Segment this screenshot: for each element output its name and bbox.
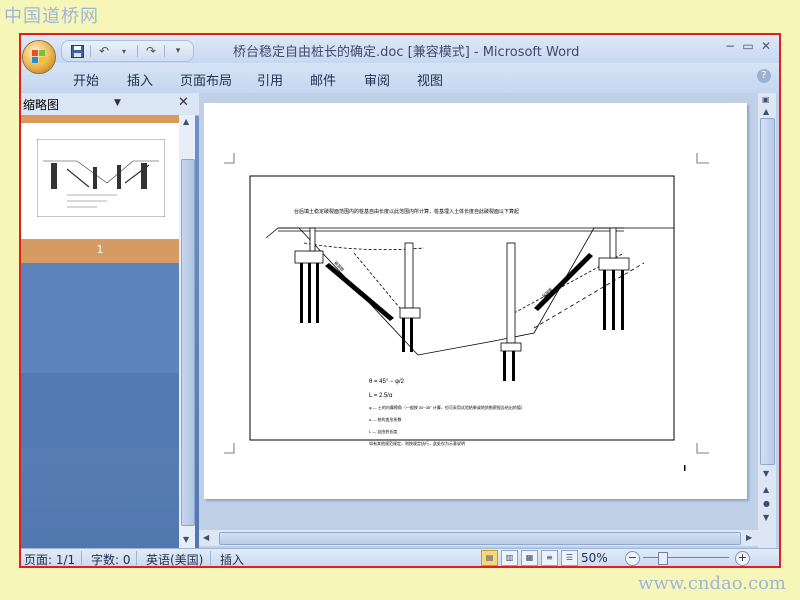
office-button[interactable] — [23, 41, 55, 73]
close-pane-icon[interactable]: ✕ — [178, 95, 189, 110]
zoom-out-icon[interactable]: − — [625, 551, 640, 566]
watermark-top: 中国道桥网 — [4, 6, 99, 27]
web-layout-icon[interactable]: ▦ — [521, 550, 538, 566]
bridge-abutment-drawing: 台后填土稳定破裂面范围内的桩基自由长度以此范围内所计算，桩基埋入土体长度自此破裂… — [224, 153, 709, 471]
status-separator — [136, 551, 137, 565]
close-icon[interactable]: ✕ — [759, 39, 773, 53]
thumbnail-highlight-top — [21, 115, 179, 123]
chevron-down-icon[interactable]: ▼ — [114, 98, 121, 108]
help-icon[interactable]: ? — [757, 69, 771, 83]
tab-mailings[interactable]: 邮件 — [310, 70, 336, 89]
toolbar-separator — [137, 45, 138, 57]
window-title: 桥台稳定自由桩长的确定.doc [兼容模式] - Microsoft Word — [233, 45, 580, 60]
scroll-down-icon[interactable]: ▼ — [763, 469, 769, 478]
legend-length: L — 自由桩长度 — [369, 428, 397, 434]
vertical-scroll-thumb[interactable] — [760, 118, 775, 465]
save-icon[interactable] — [68, 43, 86, 59]
horizontal-scroll-thumb[interactable] — [219, 532, 741, 545]
page-thumbnail[interactable]: 1 — [21, 115, 179, 263]
tab-review[interactable]: 审阅 — [364, 70, 390, 89]
ribbon-tabs: 开始 插入 页面布局 引用 邮件 审阅 视图 ? — [21, 63, 779, 94]
thumbnail-scroll-thumb[interactable] — [181, 159, 195, 526]
formula-angle: θ = 45° − φ/2 — [369, 379, 405, 385]
thumbnail-page-number: 1 — [96, 243, 104, 256]
window-controls: − ▭ ✕ — [723, 39, 773, 53]
zoom-track — [643, 557, 729, 558]
toolbar-separator — [164, 45, 165, 57]
tab-home[interactable]: 开始 — [73, 70, 99, 89]
status-separator — [210, 551, 211, 565]
legend-phi: φ — 土的内摩擦角（一般按 30~35° 计算，也可采用试验结果或地质勘察报告… — [369, 404, 525, 410]
ruler-toggle-icon[interactable]: ▣ — [762, 95, 770, 104]
status-language[interactable]: 英语(美国) — [146, 551, 203, 566]
thumbnail-drawing — [37, 139, 165, 217]
word-window: ↶ ▾ ↷ ▾ 桥台稳定自由桩长的确定.doc [兼容模式] - Microso… — [19, 33, 781, 568]
pane-background — [21, 373, 179, 448]
scroll-left-icon[interactable]: ◀ — [203, 533, 209, 542]
vertical-scrollbar[interactable]: ▣ ▲ ▼ ▲ ● ▼ — [758, 93, 776, 548]
next-page-icon[interactable]: ▼ — [763, 513, 769, 522]
thumbnail-pane-header: 缩略图 ▼ ✕ — [21, 93, 199, 116]
zoom-level[interactable]: 50% — [581, 551, 608, 565]
toolbar-separator — [90, 45, 91, 57]
document-area: 台后填土稳定破裂面范围内的桩基自由长度以此范围内所计算，桩基埋入土体长度自此破裂… — [199, 93, 779, 548]
minimize-icon[interactable]: − — [723, 39, 737, 53]
outline-icon[interactable]: ≡ — [541, 550, 558, 566]
quick-access-toolbar: ↶ ▾ ↷ ▾ — [61, 40, 194, 62]
pane-background — [21, 263, 179, 373]
legend-alpha: α — 桩的变形系数 — [369, 416, 402, 422]
tab-insert[interactable]: 插入 — [127, 70, 153, 89]
customize-toolbar-icon[interactable]: ▾ — [169, 43, 187, 59]
thumbnail-pane-title[interactable]: 缩略图 — [23, 96, 59, 113]
select-browse-object-icon[interactable]: ● — [763, 499, 770, 508]
status-bar: 页面: 1/1 字数: 0 英语(美国) 插入 ▤ ▥ ▦ ≡ ☰ 50% − … — [21, 548, 779, 566]
tab-view[interactable]: 视图 — [417, 70, 443, 89]
maximize-icon[interactable]: ▭ — [741, 39, 755, 53]
document-page[interactable]: 台后填土稳定破裂面范围内的桩基自由长度以此范围内所计算，桩基埋入土体长度自此破裂… — [204, 103, 747, 499]
tab-page-layout[interactable]: 页面布局 — [180, 70, 232, 89]
tab-references[interactable]: 引用 — [257, 70, 283, 89]
status-mode[interactable]: 插入 — [220, 551, 244, 566]
drawing-header-note: 台后填土稳定破裂面范围内的桩基自由长度以此范围内所计算，桩基埋入土体长度自此破裂… — [294, 208, 519, 215]
full-screen-reading-icon[interactable]: ▥ — [501, 550, 518, 566]
previous-page-icon[interactable]: ▲ — [763, 485, 769, 494]
scroll-up-icon[interactable]: ▲ — [183, 117, 189, 126]
thumbnail-scrollbar[interactable]: ▲ ▼ — [179, 115, 195, 548]
zoom-in-icon[interactable]: + — [735, 551, 750, 566]
horizontal-scrollbar[interactable]: ◀ ▶ — [199, 530, 758, 546]
office-logo-icon — [32, 50, 46, 64]
status-page[interactable]: 页面: 1/1 — [24, 551, 75, 566]
redo-icon[interactable]: ↷ — [142, 43, 160, 59]
scroll-right-icon[interactable]: ▶ — [746, 533, 752, 542]
scroll-down-icon[interactable]: ▼ — [183, 535, 189, 544]
zoom-handle[interactable] — [658, 552, 668, 565]
status-separator — [81, 551, 82, 565]
watermark-bottom: www.cndao.com — [638, 573, 786, 594]
undo-icon[interactable]: ↶ — [95, 43, 113, 59]
legend-note: 如有其他规范规定，则按规定执行，此处仅为示意说明 — [369, 440, 465, 446]
draft-icon[interactable]: ☰ — [561, 550, 578, 566]
dropdown-icon[interactable]: ▾ — [115, 43, 133, 59]
scroll-up-icon[interactable]: ▲ — [763, 107, 769, 116]
zoom-slider[interactable]: − + — [625, 551, 750, 566]
view-buttons: ▤ ▥ ▦ ≡ ☰ — [481, 550, 578, 566]
formula-length: L = 2.5/α — [369, 393, 393, 399]
print-layout-icon[interactable]: ▤ — [481, 550, 498, 566]
thumbnail-pane: 缩略图 ▼ ✕ 1 ▲ ▼ — [21, 93, 199, 548]
status-words[interactable]: 字数: 0 — [91, 551, 131, 566]
title-bar: ↶ ▾ ↷ ▾ 桥台稳定自由桩长的确定.doc [兼容模式] - Microso… — [21, 35, 779, 63]
